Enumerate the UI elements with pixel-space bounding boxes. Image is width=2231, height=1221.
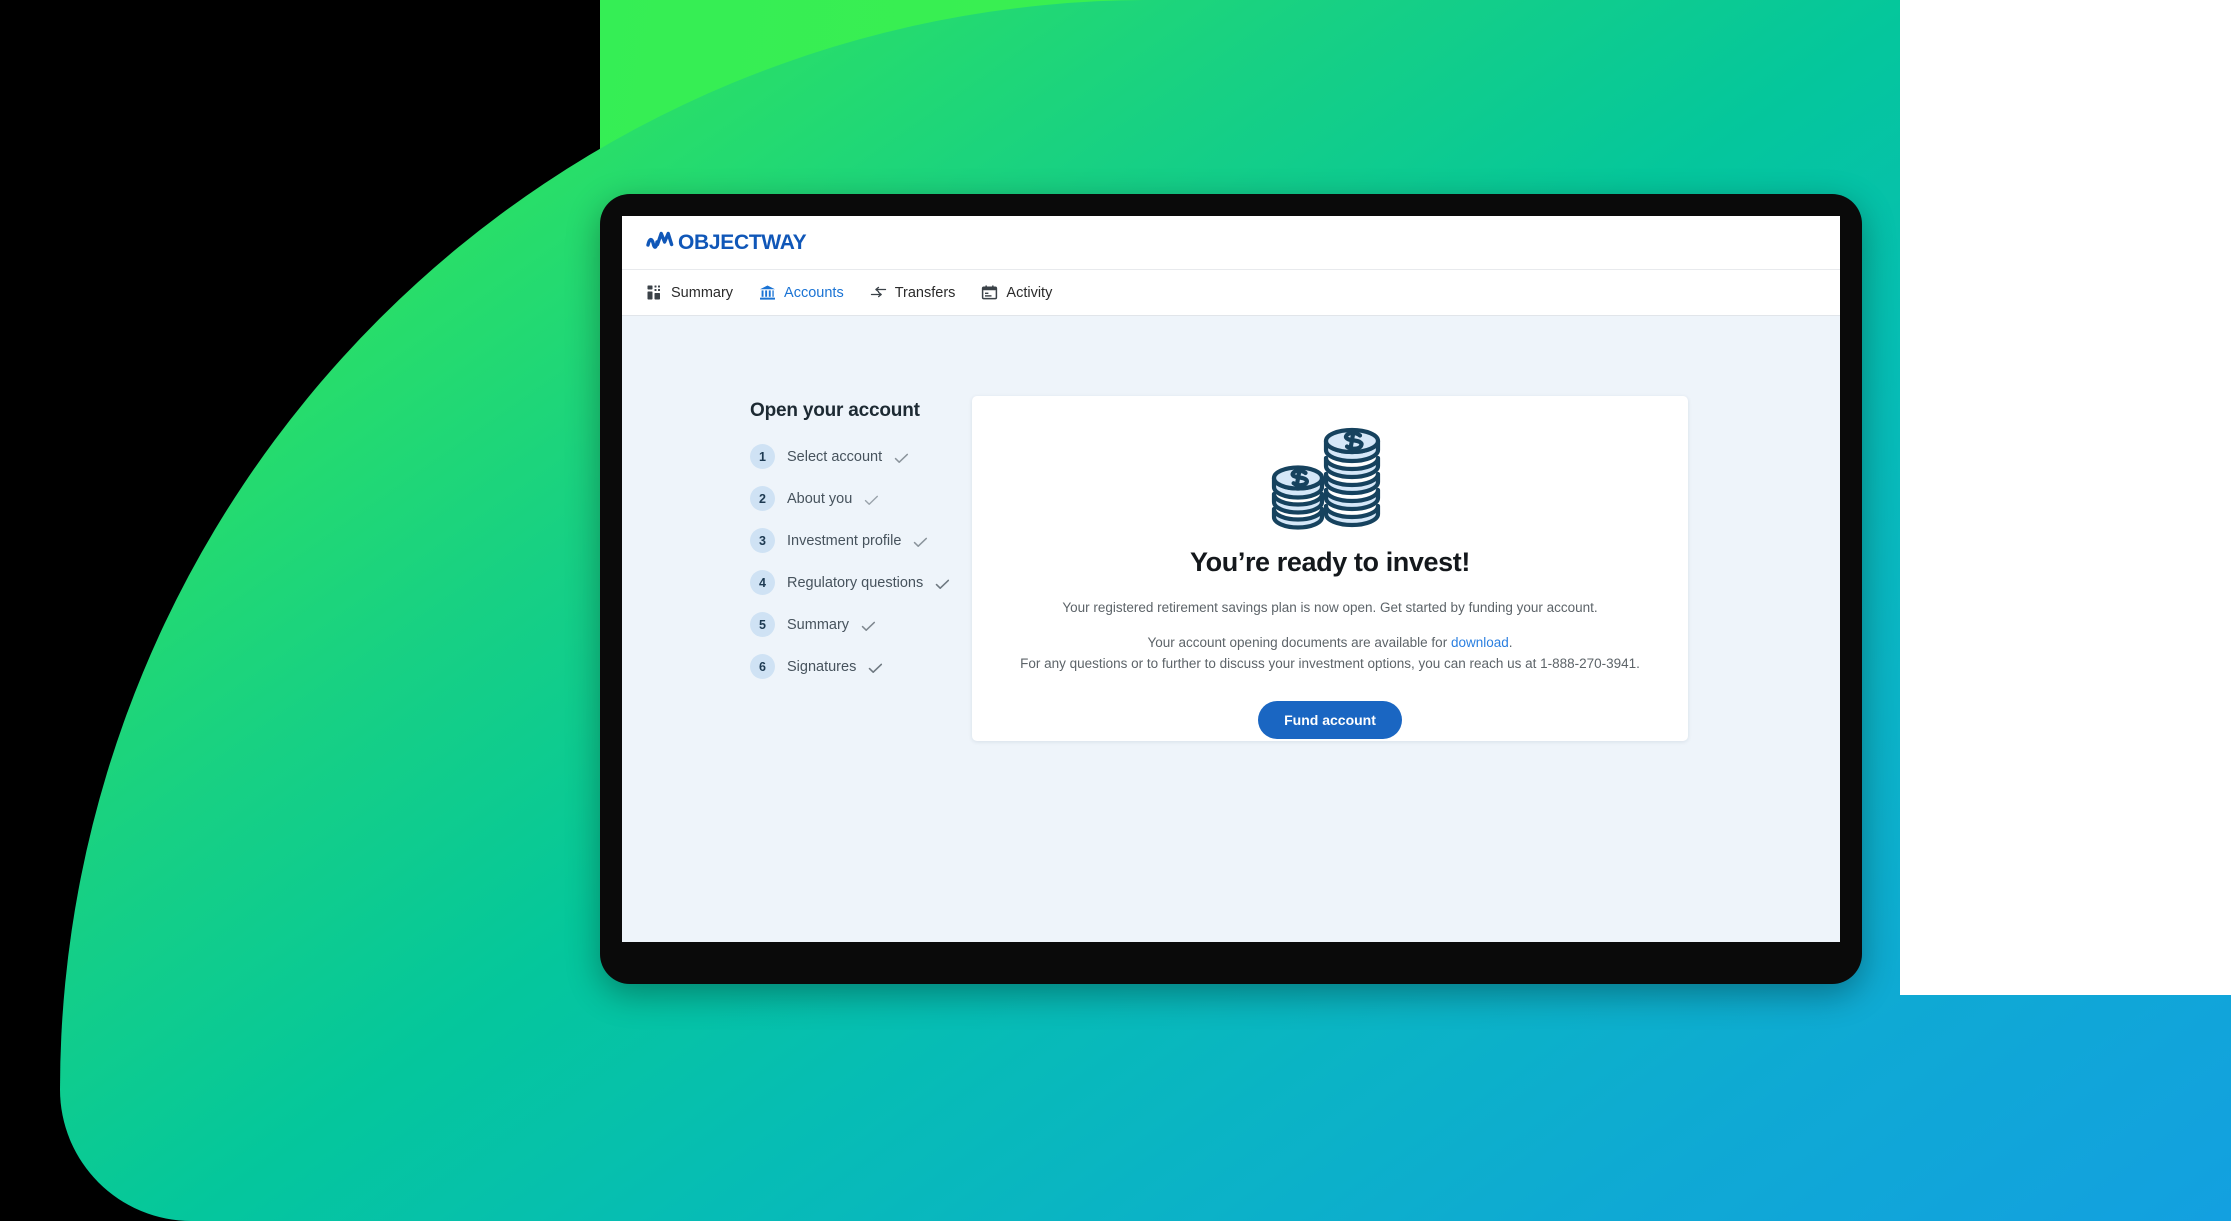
- main-nav: Summary Accounts Transfers Activity: [622, 270, 1840, 316]
- documents-text-after: .: [1508, 634, 1513, 650]
- objectway-logo[interactable]: OBJECTWAY: [646, 230, 807, 255]
- step-number-badge: 4: [750, 570, 775, 595]
- download-link[interactable]: download: [1451, 635, 1509, 650]
- transfer-arrows-icon: [870, 284, 887, 301]
- check-icon: [861, 619, 876, 631]
- page-content: Open your account 1 Select account 2 Abo…: [622, 316, 1840, 941]
- step-item-about-you[interactable]: 2 About you: [750, 486, 1000, 511]
- check-icon: [894, 451, 909, 463]
- step-number-badge: 6: [750, 654, 775, 679]
- background-white-top-right: [1900, 0, 2231, 198]
- card-heading: You’re ready to invest!: [1190, 547, 1470, 577]
- step-label: Summary: [787, 616, 850, 633]
- nav-item-label: Accounts: [784, 284, 844, 301]
- step-item-select-account[interactable]: 1 Select account: [750, 444, 1000, 469]
- fund-account-button[interactable]: Fund account: [1258, 700, 1402, 739]
- step-item-regulatory-questions[interactable]: 4 Regulatory questions: [750, 570, 1000, 595]
- bank-building-icon: [759, 284, 776, 301]
- step-item-signatures[interactable]: 6 Signatures: [750, 654, 1000, 679]
- tablet-screen: OBJECTWAY Summary Accounts Transfers Act…: [622, 216, 1840, 942]
- logo-text: OBJECTWAY: [678, 230, 807, 254]
- step-item-summary[interactable]: 5 Summary: [750, 612, 1000, 637]
- step-label: Select account: [787, 448, 883, 465]
- step-number-badge: 5: [750, 612, 775, 637]
- app-header: OBJECTWAY: [622, 216, 1840, 270]
- check-icon: [864, 493, 879, 505]
- nav-item-accounts[interactable]: Accounts: [759, 284, 844, 301]
- step-item-investment-profile[interactable]: 3 Investment profile: [750, 528, 1000, 553]
- open-account-steps-panel: Open your account 1 Select account 2 Abo…: [750, 400, 1000, 696]
- card-lead-paragraph: Your registered retirement savings plan …: [1062, 600, 1598, 615]
- check-icon: [868, 661, 883, 673]
- steps-panel-title: Open your account: [750, 400, 920, 421]
- nav-item-label: Summary: [671, 284, 734, 301]
- step-label: Investment profile: [787, 532, 902, 549]
- calendar-icon: [981, 284, 998, 301]
- coin-stacks-icon: [1264, 418, 1396, 539]
- card-documents-line: Your account opening documents are avail…: [1147, 633, 1512, 654]
- dashboard-grid-icon: [646, 284, 663, 301]
- nav-item-activity[interactable]: Activity: [981, 284, 1052, 301]
- step-label: Signatures: [787, 658, 857, 675]
- documents-text-before: Your account opening documents are avail…: [1147, 634, 1451, 650]
- step-number-badge: 3: [750, 528, 775, 553]
- card-contact-line: For any questions or to further to discu…: [1020, 655, 1640, 671]
- check-icon: [913, 535, 928, 547]
- check-icon: [935, 577, 950, 589]
- step-label: Regulatory questions: [787, 574, 924, 591]
- nav-item-summary[interactable]: Summary: [646, 284, 733, 301]
- nav-item-transfers[interactable]: Transfers: [870, 284, 956, 301]
- ready-to-invest-card: You’re ready to invest! Your registered …: [972, 396, 1688, 741]
- nav-item-label: Activity: [1006, 284, 1053, 301]
- step-label: About you: [787, 490, 853, 507]
- step-number-badge: 2: [750, 486, 775, 511]
- nav-item-label: Transfers: [894, 284, 956, 301]
- wave-mark-icon: [646, 230, 676, 255]
- step-number-badge: 1: [750, 444, 775, 469]
- tablet-device-frame: OBJECTWAY Summary Accounts Transfers Act…: [600, 194, 1862, 984]
